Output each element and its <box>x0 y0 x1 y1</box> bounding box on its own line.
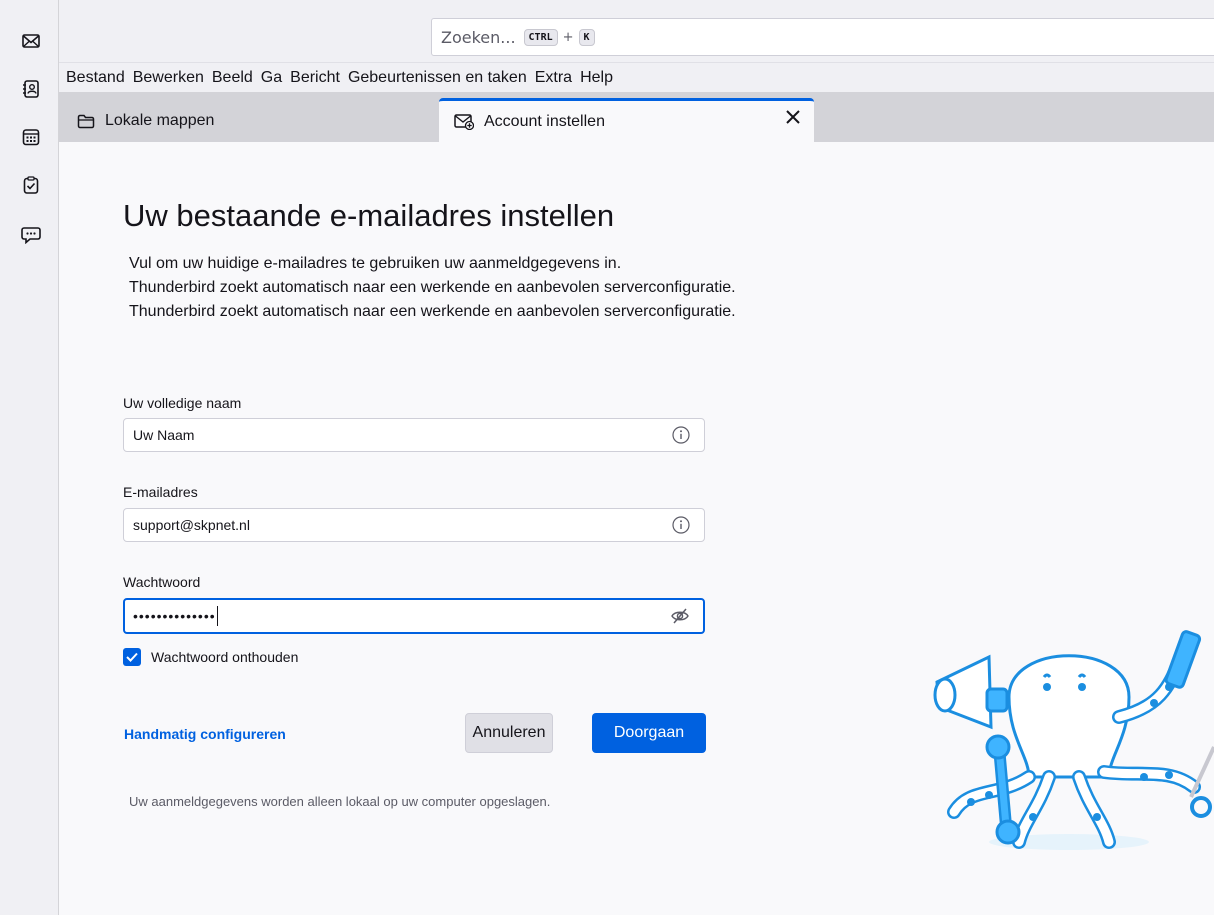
menu-extra[interactable]: Extra <box>535 69 572 87</box>
page-title: Uw bestaande e-mailadres instellen <box>123 198 615 233</box>
description-line: Thunderbird zoekt automatisch naar een w… <box>129 279 736 296</box>
page-description: Vul om uw huidige e-mailadres te gebruik… <box>129 252 736 324</box>
mail-icon[interactable] <box>20 30 42 52</box>
folder-icon <box>77 114 95 129</box>
octopus-mascot-illustration <box>929 627 1214 861</box>
description-line: Thunderbird zoekt automatisch naar een w… <box>129 303 736 320</box>
menu-bewerken[interactable]: Bewerken <box>133 69 204 87</box>
shortcut-key-ctrl: CTRL <box>523 28 558 46</box>
email-field[interactable]: support@skpnet.nl <box>123 508 705 542</box>
tab-bar: Lokale mappen Account instellen <box>59 92 1214 142</box>
cancel-button[interactable]: Annuleren <box>465 713 553 753</box>
tab-lokale-mappen[interactable]: Lokale mappen <box>73 100 214 142</box>
menu-bericht[interactable]: Bericht <box>290 69 340 87</box>
eye-slash-icon[interactable] <box>671 608 689 624</box>
description-line: Vul om uw huidige e-mailadres te gebruik… <box>129 255 622 272</box>
close-icon[interactable] <box>786 110 800 129</box>
remember-password-checkbox[interactable]: Wachtwoord onthouden <box>123 648 298 666</box>
password-value: •••••••••••••• <box>133 608 216 624</box>
menu-bestand[interactable]: Bestand <box>66 69 125 87</box>
calendar-icon[interactable] <box>20 126 42 148</box>
email-value: support@skpnet.nl <box>133 517 250 533</box>
spaces-toolbar <box>0 0 59 915</box>
privacy-note: Uw aanmeldgegevens worden alleen lokaal … <box>129 794 551 809</box>
tab-label: Lokale mappen <box>105 112 215 129</box>
manual-config-link[interactable]: Handmatig configureren <box>124 726 286 742</box>
continue-button[interactable]: Doorgaan <box>592 713 706 753</box>
menu-beeld[interactable]: Beeld <box>212 69 253 87</box>
name-label: Uw volledige naam <box>123 395 242 411</box>
account-setup-page: Uw bestaande e-mailadres instellen Vul o… <box>59 142 1214 915</box>
tab-account-instellen[interactable]: Account instellen <box>439 98 814 142</box>
chat-icon[interactable] <box>20 224 42 246</box>
password-field[interactable]: •••••••••••••• <box>123 598 705 634</box>
menu-help[interactable]: Help <box>580 69 613 87</box>
remember-password-label: Wachtwoord onthouden <box>151 649 299 665</box>
shortcut-key-k: K <box>578 28 595 46</box>
unified-toolbar: Zoeken... CTRL + K <box>59 0 1214 62</box>
tasks-icon[interactable] <box>20 174 42 196</box>
name-field[interactable]: Uw Naam <box>123 418 705 452</box>
menu-ga[interactable]: Ga <box>261 69 282 87</box>
shortcut-plus: + <box>562 29 574 45</box>
text-caret <box>216 606 218 626</box>
menubar: Bestand Bewerken Beeld Ga Bericht Gebeur… <box>59 62 1214 92</box>
checkmark-icon[interactable] <box>123 648 141 666</box>
search-placeholder: Zoeken... <box>441 27 516 47</box>
search-input[interactable]: Zoeken... CTRL + K <box>431 18 1214 56</box>
info-icon <box>672 516 690 534</box>
password-label: Wachtwoord <box>123 574 201 590</box>
account-setup-icon <box>454 113 474 130</box>
menu-gebeurtenissen-en-taken[interactable]: Gebeurtenissen en taken <box>348 69 527 87</box>
tab-label: Account instellen <box>484 112 605 130</box>
email-label: E-mailadres <box>123 484 198 500</box>
name-value: Uw Naam <box>133 427 195 443</box>
address-book-icon[interactable] <box>20 78 42 100</box>
info-icon <box>672 426 690 444</box>
